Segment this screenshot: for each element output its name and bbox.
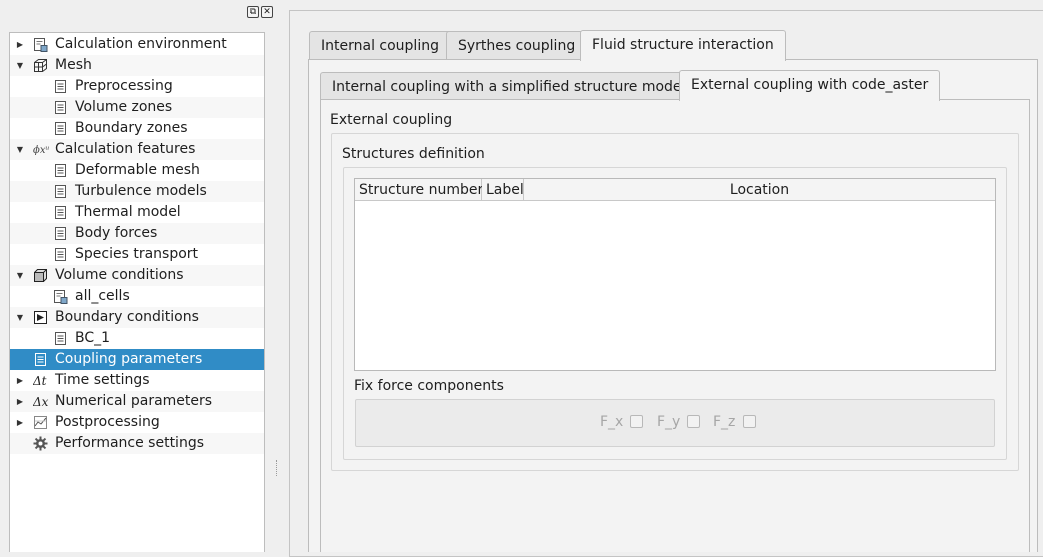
document-icon xyxy=(53,331,68,346)
tree-item-label: Turbulence models xyxy=(75,183,207,199)
tree-item-bc-1[interactable]: BC_1 xyxy=(10,328,264,349)
tree-item-body-forces[interactable]: Body forces xyxy=(10,223,264,244)
document-icon xyxy=(53,184,68,199)
float-icon[interactable]: ⧉ xyxy=(247,6,259,18)
tree-item-label: Performance settings xyxy=(55,435,204,451)
gear-icon xyxy=(33,436,48,451)
svg-text:Δt: Δt xyxy=(33,374,47,388)
tree-item-label: Calculation features xyxy=(55,141,196,157)
volume-cube-icon xyxy=(33,268,48,283)
tree-item-label: Coupling parameters xyxy=(55,351,203,367)
tree-item-label: Time settings xyxy=(55,372,150,388)
document-gear-icon xyxy=(33,37,48,52)
tree-item-label: Boundary conditions xyxy=(55,309,199,325)
tree-item-species-transport[interactable]: Species transport xyxy=(10,244,264,265)
collapsed-arrow-icon[interactable]: ▶ xyxy=(15,391,25,412)
mesh-cube-icon xyxy=(33,58,48,73)
expanded-arrow-icon[interactable]: ▼ xyxy=(15,55,25,76)
expanded-arrow-icon[interactable]: ▼ xyxy=(15,265,25,286)
tree-item-mesh[interactable]: ▼ Mesh xyxy=(10,55,264,76)
document-gear-icon xyxy=(53,289,68,304)
tree-item-coupling-parameters[interactable]: Coupling parameters xyxy=(10,349,264,370)
structures-definition-title: Structures definition xyxy=(342,146,485,162)
collapsed-arrow-icon[interactable]: ▶ xyxy=(15,34,25,55)
document-icon xyxy=(53,121,68,136)
fy-checkbox[interactable] xyxy=(687,415,700,428)
dock-title-buttons: ⧉ ✕ xyxy=(247,6,273,19)
column-structure-number[interactable]: Structure number xyxy=(355,179,483,201)
document-icon xyxy=(53,205,68,220)
document-icon xyxy=(53,79,68,94)
tree-item-label: Mesh xyxy=(55,57,92,73)
fy-label: F_y xyxy=(657,414,681,430)
tree-item-label: Volume conditions xyxy=(55,267,184,283)
collapsed-arrow-icon[interactable]: ▶ xyxy=(15,370,25,391)
chart-icon xyxy=(33,415,48,430)
tab-external-coupling-code-aster[interactable]: External coupling with code_aster xyxy=(679,70,941,101)
tab-syrthes-coupling[interactable]: Syrthes coupling xyxy=(446,31,588,60)
tree-item-all-cells[interactable]: all_cells xyxy=(10,286,264,307)
tree-item-volume-zones[interactable]: Volume zones xyxy=(10,97,264,118)
tree-item-performance-settings[interactable]: Performance settings xyxy=(10,433,264,454)
document-icon xyxy=(53,163,68,178)
tree-item-label: Body forces xyxy=(75,225,158,241)
tree-item-label: Numerical parameters xyxy=(55,393,213,409)
tree-item-boundary-conditions[interactable]: ▼ Boundary conditions xyxy=(10,307,264,328)
boundary-icon xyxy=(33,310,48,325)
tree-item-thermal-model[interactable]: Thermal model xyxy=(10,202,264,223)
tree-item-calculation-environment[interactable]: ▶ Calculation environment xyxy=(10,34,264,55)
tree-item-label: Thermal model xyxy=(75,204,181,220)
splitter-handle[interactable] xyxy=(276,460,279,476)
tree-item-label: Calculation environment xyxy=(55,36,227,52)
structures-table[interactable]: Structure number Label Location xyxy=(354,178,996,371)
delta-x-icon: Δx xyxy=(32,394,49,409)
document-icon xyxy=(53,226,68,241)
tree-item-time-settings[interactable]: ▶ Δt Time settings xyxy=(10,370,264,391)
fix-force-components-title: Fix force components xyxy=(354,378,504,394)
navigation-tree[interactable]: ▶ Calculation environment ▼ Mesh Preprocessi… xyxy=(9,32,265,552)
tree-item-label: Postprocessing xyxy=(55,414,160,430)
column-label[interactable]: Label xyxy=(482,179,524,201)
tree-item-label: Volume zones xyxy=(75,99,173,115)
formula-icon: ϕxᵘ xyxy=(33,142,49,157)
external-coupling-title: External coupling xyxy=(330,112,453,128)
tree-item-label: Preprocessing xyxy=(75,78,173,94)
delta-t-icon: Δt xyxy=(32,373,48,388)
tree-item-label: BC_1 xyxy=(75,330,111,346)
svg-text:ϕxᵘ: ϕxᵘ xyxy=(33,145,49,156)
fz-label: F_z xyxy=(713,414,736,430)
document-icon xyxy=(53,247,68,262)
expanded-arrow-icon[interactable]: ▼ xyxy=(15,139,25,160)
tree-item-label: all_cells xyxy=(75,288,130,304)
tree-item-preprocessing[interactable]: Preprocessing xyxy=(10,76,264,97)
tab-fluid-structure-interaction[interactable]: Fluid structure interaction xyxy=(580,30,786,61)
document-icon xyxy=(33,352,48,367)
tree-item-label: Boundary zones xyxy=(75,120,188,136)
fx-checkbox[interactable] xyxy=(630,415,643,428)
document-icon xyxy=(53,100,68,115)
tree-item-deformable-mesh[interactable]: Deformable mesh xyxy=(10,160,264,181)
tab-simplified-structure-model[interactable]: Internal coupling with a simplified stru… xyxy=(320,72,698,101)
tree-item-volume-conditions[interactable]: ▼ Volume conditions xyxy=(10,265,264,286)
tree-item-boundary-zones[interactable]: Boundary zones xyxy=(10,118,264,139)
tree-item-numerical-parameters[interactable]: ▶ Δx Numerical parameters xyxy=(10,391,264,412)
tree-item-label: Species transport xyxy=(75,246,199,262)
tree-item-turbulence-models[interactable]: Turbulence models xyxy=(10,181,264,202)
tree-item-label: Deformable mesh xyxy=(75,162,200,178)
close-icon[interactable]: ✕ xyxy=(261,6,273,18)
tree-item-calculation-features[interactable]: ▼ ϕxᵘ Calculation features xyxy=(10,139,264,160)
collapsed-arrow-icon[interactable]: ▶ xyxy=(15,412,25,433)
column-location[interactable]: Location xyxy=(524,179,995,201)
fx-label: F_x xyxy=(600,414,624,430)
tree-item-postprocessing[interactable]: ▶ Postprocessing xyxy=(10,412,264,433)
svg-text:Δx: Δx xyxy=(33,395,49,409)
fz-checkbox[interactable] xyxy=(743,415,756,428)
expanded-arrow-icon[interactable]: ▼ xyxy=(15,307,25,328)
tab-internal-coupling[interactable]: Internal coupling xyxy=(309,31,451,60)
